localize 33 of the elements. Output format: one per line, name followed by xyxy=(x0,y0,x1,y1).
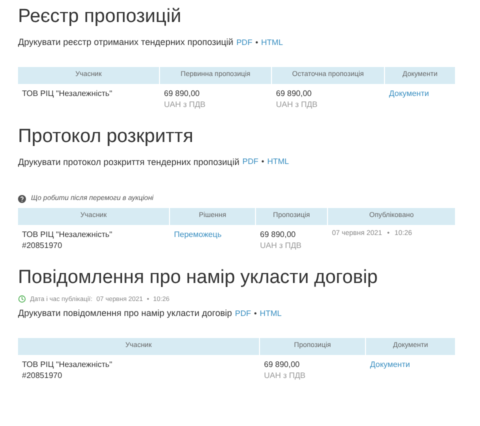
pdf-link[interactable]: PDF xyxy=(236,36,252,49)
separator-dot: • xyxy=(255,36,258,49)
table-link[interactable]: Документи xyxy=(389,88,429,100)
participant-name: ТОВ РІЦ "Незалежність" xyxy=(22,228,112,240)
currency-label: UAH з ПДВ xyxy=(264,370,306,381)
print-label: Друкувати реєстр отриманих тендерних пропозицій xyxy=(18,36,234,49)
pdf-link[interactable]: PDF xyxy=(234,308,251,320)
pdf-link[interactable]: PDF xyxy=(242,156,258,168)
print-label: Друкувати повідомлення про намір укласти договір xyxy=(18,307,232,320)
currency-label: UAH з ПДВ xyxy=(164,98,206,110)
amount-value: 69 890,00 xyxy=(260,228,297,240)
clock-icon xyxy=(18,295,26,304)
participant-name: ТОВ РІЦ "Незалежність" xyxy=(22,358,112,370)
html-link[interactable]: HTML xyxy=(260,308,282,320)
amount-value: 69 890,00 xyxy=(264,358,301,370)
section-title: Протокол розкриття xyxy=(18,124,194,148)
amount-value: 69 890,00 xyxy=(276,88,313,98)
section-title: Повідомлення про намір укласти договір xyxy=(18,266,379,290)
section-title: Реєстр пропозицій xyxy=(18,5,182,29)
table-link[interactable]: Документи xyxy=(370,358,410,371)
table-cell: ТОВ РІЦ "Незалежність" xyxy=(22,88,112,100)
table-link[interactable]: Переможець xyxy=(174,228,222,240)
currency-label: UAH з ПДВ xyxy=(276,98,318,110)
html-link[interactable]: HTML xyxy=(261,36,283,49)
amount-value: 69 890,00 xyxy=(164,88,201,98)
participant-code: #20851970 xyxy=(22,370,64,381)
separator-dot: • xyxy=(261,156,264,168)
help-icon xyxy=(18,195,26,204)
separator-dot: • xyxy=(254,308,257,320)
currency-label: UAH з ПДВ xyxy=(260,240,302,250)
html-link[interactable]: HTML xyxy=(267,156,289,168)
print-label: Друкувати протокол розкриття тендерних пропозицій xyxy=(18,156,240,169)
participant-code: #20851970 xyxy=(22,240,64,250)
